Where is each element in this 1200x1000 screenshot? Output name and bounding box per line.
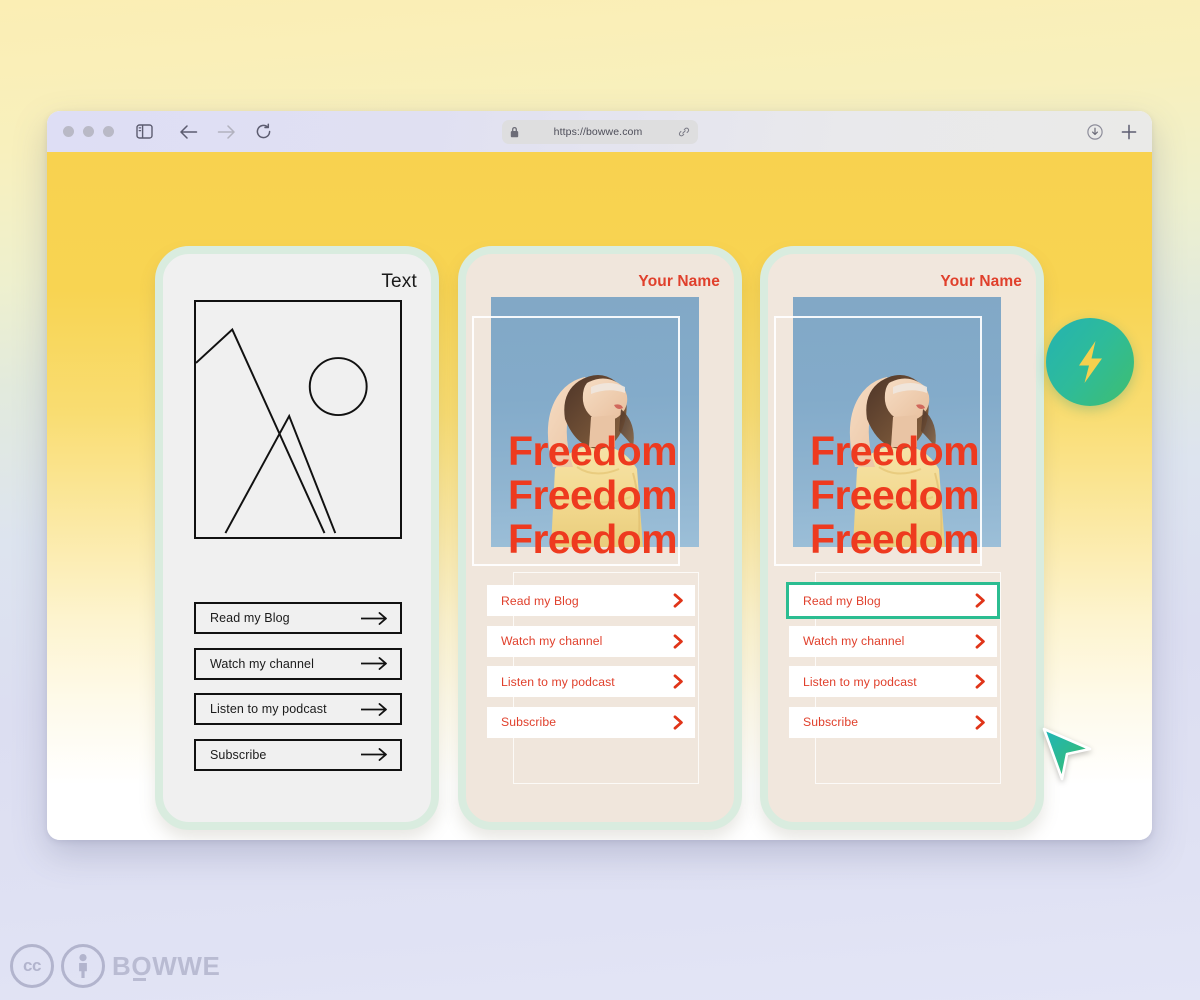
wireframe-title: Text (381, 271, 417, 292)
button-label: Watch my channel (803, 634, 905, 648)
cc-by-person-icon (61, 944, 105, 988)
browser-toolbar: https://bowwe.com (47, 111, 1152, 152)
template-card-b[interactable]: Your Name Freedom Freedom Freedom Read m… (760, 246, 1044, 830)
template-link-button-selected[interactable]: Read my Blog (786, 582, 1000, 619)
chevron-right-icon (673, 714, 684, 730)
template-button-list: Read my Blog Watch my channel Listen to … (487, 585, 695, 738)
headline-line: Freedom (508, 472, 678, 518)
wireframe-card[interactable]: Text Read my Blog Watch my channel Liste… (155, 246, 439, 830)
url-text: https://bowwe.com (553, 125, 643, 138)
button-label: Listen to my podcast (803, 674, 917, 689)
window-controls (63, 126, 114, 137)
wireframe-link-button[interactable]: Read my Blog (194, 602, 402, 634)
site-viewport: Text Read my Blog Watch my channel Liste… (47, 152, 1152, 840)
template-card-a[interactable]: Your Name Freedom Freedom Freedom Read m… (458, 246, 742, 830)
template-link-button[interactable]: Subscribe (789, 706, 997, 738)
template-button-list: Read my Blog Watch my channel Listen to … (786, 582, 1000, 738)
button-label: Read my Blog (501, 593, 579, 608)
headline-line: Freedom (810, 472, 980, 518)
card-title: Your Name (638, 273, 720, 290)
arrow-right-icon (361, 611, 388, 625)
link-icon[interactable] (678, 126, 690, 138)
button-label: Subscribe (501, 715, 557, 729)
template-link-button[interactable]: Listen to my podcast (789, 666, 997, 697)
mountain-sun-placeholder-icon (194, 300, 402, 539)
lock-icon (510, 126, 519, 138)
brand-wordmark: BOWWE (112, 950, 221, 981)
button-label: Read my Blog (803, 593, 881, 608)
card-title: Your Name (940, 273, 1022, 290)
headline-line: Freedom (810, 516, 980, 562)
sidebar-toggle-icon[interactable] (136, 124, 153, 139)
chevron-right-icon (975, 593, 986, 608)
template-link-button[interactable]: Watch my channel (487, 625, 695, 657)
headline-line: Freedom (810, 428, 980, 474)
wordmark-underline (133, 977, 146, 981)
button-label: Watch my channel (210, 656, 314, 671)
headline-line: Freedom (508, 428, 678, 474)
chevron-right-icon (673, 674, 684, 689)
close-window-button[interactable] (63, 126, 74, 137)
reload-button[interactable] (255, 123, 272, 140)
forward-button[interactable] (217, 124, 236, 140)
toolbar-right-group (1087, 123, 1138, 141)
cursor-arrow-icon (1042, 727, 1092, 781)
maximize-window-button[interactable] (103, 126, 114, 137)
chevron-right-icon (975, 633, 986, 649)
minimize-window-button[interactable] (83, 126, 94, 137)
card-headline: Freedom Freedom Freedom (810, 428, 1036, 562)
chevron-right-icon (673, 633, 684, 649)
wireframe-link-button[interactable]: Watch my channel (194, 647, 402, 680)
arrow-right-icon (361, 748, 388, 761)
button-label: Subscribe (210, 747, 267, 762)
cc-label: cc (23, 956, 41, 975)
headline-line: Freedom (508, 516, 678, 562)
button-label: Watch my channel (501, 634, 603, 648)
arrow-right-icon (361, 657, 388, 670)
chevron-right-icon (975, 714, 986, 730)
lightning-bolt-icon (1079, 341, 1102, 383)
chevron-right-icon (673, 593, 684, 608)
page-backdrop: https://bowwe.com Text Read my Blog Watc… (0, 0, 1200, 1000)
new-tab-icon[interactable] (1120, 123, 1138, 141)
download-icon[interactable] (1087, 123, 1103, 140)
card-headline: Freedom Freedom Freedom (508, 428, 734, 562)
button-label: Listen to my podcast (210, 702, 327, 716)
lightning-badge[interactable] (1046, 318, 1134, 406)
template-link-button[interactable]: Watch my channel (789, 625, 997, 657)
button-label: Listen to my podcast (501, 674, 615, 689)
template-link-button[interactable]: Listen to my podcast (487, 666, 695, 697)
back-button[interactable] (179, 124, 198, 140)
arrow-right-icon (361, 702, 388, 716)
template-link-button[interactable]: Read my Blog (487, 585, 695, 616)
chevron-right-icon (975, 674, 986, 689)
template-link-button[interactable]: Subscribe (487, 706, 695, 738)
wireframe-link-button[interactable]: Subscribe (194, 738, 402, 771)
url-bar[interactable]: https://bowwe.com (501, 119, 698, 144)
creative-commons-watermark: cc BOWWE (10, 944, 220, 988)
button-label: Subscribe (803, 715, 859, 729)
button-label: Read my Blog (210, 611, 290, 625)
wireframe-button-list: Read my Blog Watch my channel Listen to … (194, 602, 402, 771)
browser-window: https://bowwe.com Text Read my Blog Watc… (47, 111, 1152, 840)
wireframe-link-button[interactable]: Listen to my podcast (194, 693, 402, 725)
cc-icon: cc (10, 944, 54, 988)
